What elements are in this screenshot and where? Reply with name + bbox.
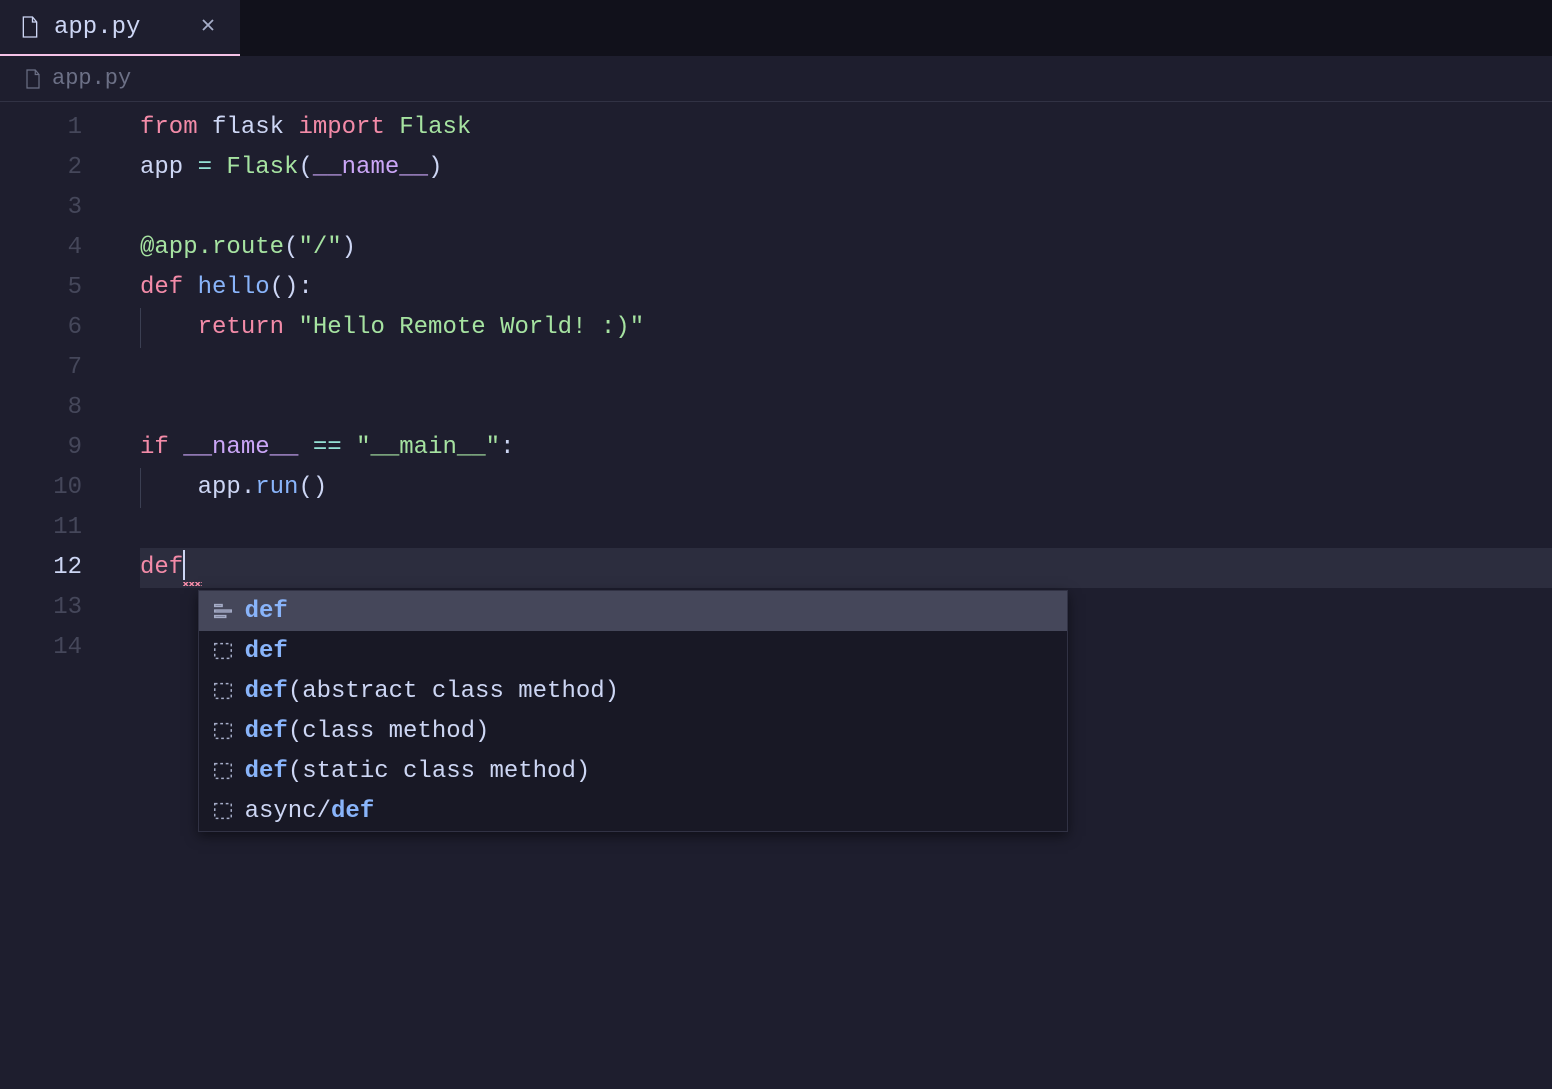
tab-bar: app.py — [0, 0, 1552, 56]
code-token: @app.route — [140, 234, 284, 261]
breadcrumb-filename: app.py — [52, 66, 131, 91]
snippet-icon — [211, 639, 235, 663]
code-line[interactable] — [140, 348, 1552, 388]
line-number: 9 — [0, 428, 82, 468]
code-line[interactable] — [140, 188, 1552, 228]
suggest-label: def(abstract class method) — [245, 678, 619, 705]
line-number-gutter: 1234567891011121314 — [0, 108, 110, 1089]
indent-guide — [140, 468, 141, 508]
code-token: hello — [198, 274, 270, 301]
code-token: == — [313, 434, 356, 461]
code-line[interactable]: def hello(): — [140, 268, 1552, 308]
suggest-item[interactable]: def — [199, 591, 1067, 631]
code-token: ( — [298, 154, 312, 181]
line-number: 1 — [0, 108, 82, 148]
text-cursor — [183, 550, 185, 580]
suggest-label: def — [245, 638, 288, 665]
code-token: __name__ — [313, 154, 428, 181]
code-line[interactable]: @app.route("/") — [140, 228, 1552, 268]
code-token: if — [140, 434, 183, 461]
file-icon — [24, 68, 42, 90]
line-number: 11 — [0, 508, 82, 548]
line-number: 5 — [0, 268, 82, 308]
code-token: "__main__" — [356, 434, 500, 461]
code-token: run — [255, 474, 298, 501]
error-squiggle — [183, 582, 201, 586]
code-token: "Hello Remote World! :)" — [298, 314, 644, 341]
intellisense-popup[interactable]: def def def(abstract class method) def(clas… — [198, 590, 1068, 832]
code-line[interactable] — [140, 388, 1552, 428]
breadcrumb[interactable]: app.py — [0, 56, 1552, 102]
snippet-icon — [211, 679, 235, 703]
close-icon[interactable] — [196, 13, 220, 42]
code-token: "/" — [298, 234, 341, 261]
code-line[interactable]: app.run() — [140, 468, 1552, 508]
code-token: ) — [428, 154, 442, 181]
code-token: def — [140, 554, 183, 581]
code-token: () — [298, 474, 327, 501]
suggest-item[interactable]: def — [199, 631, 1067, 671]
code-line[interactable]: def — [140, 548, 1552, 588]
suggest-label: async/def — [245, 798, 375, 825]
line-number: 13 — [0, 588, 82, 628]
keyword-icon — [211, 599, 235, 623]
code-line[interactable]: app = Flask(__name__) — [140, 148, 1552, 188]
suggest-item[interactable]: def(class method) — [199, 711, 1067, 751]
code-token: : — [500, 434, 514, 461]
code-token: def — [140, 274, 198, 301]
line-number: 6 — [0, 308, 82, 348]
code-token: (): — [270, 274, 313, 301]
editor-app: app.py app.py 1234567891011121314 from f… — [0, 0, 1552, 1089]
code-token: app — [140, 154, 198, 181]
line-number: 14 — [0, 628, 82, 668]
code-token: import — [298, 114, 399, 141]
code-token: Flask — [226, 154, 298, 181]
line-number: 2 — [0, 148, 82, 188]
code-token: from — [140, 114, 212, 141]
indent-guide — [140, 308, 141, 348]
code-token — [140, 314, 198, 341]
code-token: return — [198, 314, 299, 341]
suggest-item[interactable]: async/def — [199, 791, 1067, 831]
code-token: = — [198, 154, 227, 181]
file-icon — [20, 15, 40, 39]
code-editor[interactable]: 1234567891011121314 from flask import Fl… — [0, 102, 1552, 1089]
snippet-icon — [211, 719, 235, 743]
code-line[interactable]: return "Hello Remote World! :)" — [140, 308, 1552, 348]
snippet-icon — [211, 799, 235, 823]
code-token: ) — [342, 234, 356, 261]
code-area[interactable]: from flask import Flaskapp = Flask(__nam… — [110, 108, 1552, 1089]
code-token: __name__ — [183, 434, 313, 461]
line-number: 4 — [0, 228, 82, 268]
code-token: Flask — [399, 114, 471, 141]
code-token: app. — [198, 474, 256, 501]
line-number: 7 — [0, 348, 82, 388]
code-line[interactable]: from flask import Flask — [140, 108, 1552, 148]
code-line[interactable]: if __name__ == "__main__": — [140, 428, 1552, 468]
code-token: flask — [212, 114, 298, 141]
suggest-label: def(class method) — [245, 718, 490, 745]
suggest-label: def(static class method) — [245, 758, 591, 785]
line-number: 8 — [0, 388, 82, 428]
code-line[interactable] — [140, 508, 1552, 548]
suggest-item[interactable]: def(static class method) — [199, 751, 1067, 791]
tab-app-py[interactable]: app.py — [0, 0, 240, 56]
line-number: 10 — [0, 468, 82, 508]
line-number: 3 — [0, 188, 82, 228]
snippet-icon — [211, 759, 235, 783]
suggest-item[interactable]: def(abstract class method) — [199, 671, 1067, 711]
suggest-label: def — [245, 598, 288, 625]
code-token: ( — [284, 234, 298, 261]
tab-label: app.py — [54, 14, 140, 41]
code-token — [140, 474, 198, 501]
line-number: 12 — [0, 548, 82, 588]
